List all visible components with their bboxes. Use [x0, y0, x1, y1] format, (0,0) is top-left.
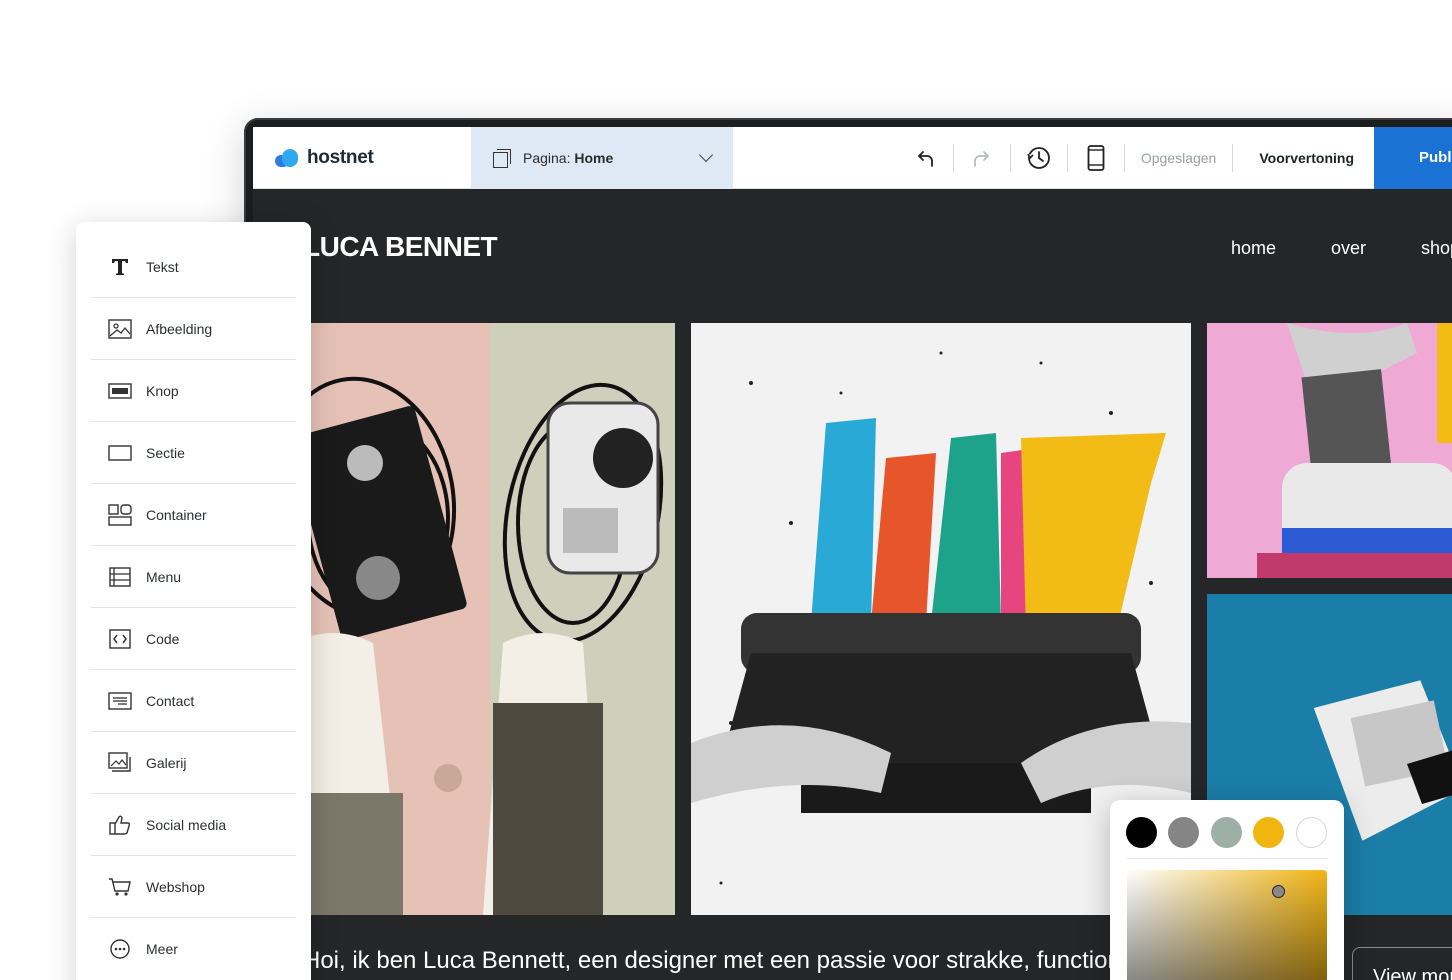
color-swatch-yellow[interactable] [1253, 817, 1284, 848]
cart-icon [108, 875, 132, 899]
panel-item-meer[interactable]: Meer [91, 918, 296, 980]
color-picker-popover [1110, 800, 1344, 980]
image-icon [108, 317, 132, 341]
site-nav-over[interactable]: over [1331, 238, 1366, 259]
text-icon [108, 255, 132, 279]
panel-item-menu[interactable]: Menu [91, 546, 296, 608]
divider [1127, 858, 1327, 859]
intro-text: Hoi, ik ben Luca Bennett, een designer m… [303, 947, 1153, 974]
color-swatch-gray[interactable] [1168, 817, 1199, 848]
preview-button[interactable]: Voorvertoning [1233, 150, 1374, 166]
color-picker-handle[interactable] [1272, 885, 1285, 898]
history-button[interactable] [1011, 127, 1067, 189]
page-selector-label: Pagina: Home [523, 149, 614, 166]
publish-button[interactable]: Publiceren [1374, 127, 1452, 189]
color-gradient-field[interactable] [1127, 870, 1327, 980]
gallery-icon [108, 751, 132, 775]
history-icon [1027, 146, 1050, 169]
panel-item-afbeelding[interactable]: Afbeelding [91, 298, 296, 360]
toolbar-actions: Opgeslagen Voorvertoning Publiceren [733, 127, 1452, 189]
brand-logo[interactable]: hostnet [253, 127, 471, 189]
panel-item-label: Afbeelding [146, 321, 213, 337]
mobile-icon [1087, 144, 1105, 171]
panel-item-container[interactable]: Container [91, 484, 296, 546]
panel-item-label: Galerij [146, 755, 187, 771]
saved-status: Opgeslagen [1140, 149, 1217, 166]
color-swatch-sage[interactable] [1211, 817, 1242, 848]
chevron-down-icon [698, 147, 714, 163]
site-logo[interactable]: LUCA BENNET [303, 231, 498, 263]
panel-item-label: Tekst [146, 259, 179, 275]
panel-item-code[interactable]: Code [91, 608, 296, 670]
brand-name: hostnet [307, 146, 374, 168]
site-nav-shop[interactable]: shop [1421, 238, 1452, 259]
portfolio-image-vhs-couple[interactable] [253, 323, 675, 915]
panel-item-contact[interactable]: Contact [91, 670, 296, 732]
page-selector[interactable]: Pagina: Home [471, 127, 733, 189]
panel-item-label: Menu [146, 569, 182, 585]
redo-icon [973, 150, 989, 167]
add-element-panel: Tekst Afbeelding Knop Sectie Container M… [76, 222, 311, 980]
panel-item-label: Social media [146, 817, 227, 833]
editor-stage: hostnet Pagina: Home Opgeslagen Voorvert… [0, 0, 1452, 980]
color-swatch-white[interactable] [1296, 817, 1327, 848]
portfolio-image-toaster[interactable] [1207, 323, 1452, 578]
color-swatch-black[interactable] [1126, 817, 1157, 848]
panel-item-label: Code [146, 631, 180, 647]
contact-icon [108, 689, 132, 713]
undo-button[interactable] [897, 127, 953, 189]
site-nav-home[interactable]: home [1231, 238, 1276, 259]
undo-icon [917, 150, 933, 167]
thumbs-up-icon [108, 813, 132, 837]
editor-toolbar: hostnet Pagina: Home Opgeslagen Voorvert… [253, 127, 1452, 189]
panel-item-label: Meer [146, 941, 178, 957]
panel-item-webshop[interactable]: Webshop [91, 856, 296, 918]
button-icon [108, 379, 132, 403]
menu-icon [108, 565, 132, 589]
container-icon [108, 503, 132, 527]
panel-item-knop[interactable]: Knop [91, 360, 296, 422]
section-icon [108, 441, 132, 465]
panel-item-label: Knop [146, 383, 179, 399]
cloud-icon [275, 148, 301, 167]
redo-button[interactable] [954, 127, 1010, 189]
panel-item-social-media[interactable]: Social media [91, 794, 296, 856]
panel-item-label: Webshop [146, 879, 205, 895]
panel-item-sectie[interactable]: Sectie [91, 422, 296, 484]
panel-item-tekst[interactable]: Tekst [91, 236, 296, 298]
panel-item-label: Container [146, 507, 207, 523]
mobile-view-button[interactable] [1068, 127, 1124, 189]
panel-item-label: Sectie [146, 445, 185, 461]
code-icon [108, 627, 132, 651]
view-more-button[interactable]: View more [1352, 947, 1452, 980]
more-icon [108, 937, 132, 961]
panel-item-label: Contact [146, 693, 195, 709]
panel-item-galerij[interactable]: Galerij [91, 732, 296, 794]
pages-icon [493, 148, 511, 168]
